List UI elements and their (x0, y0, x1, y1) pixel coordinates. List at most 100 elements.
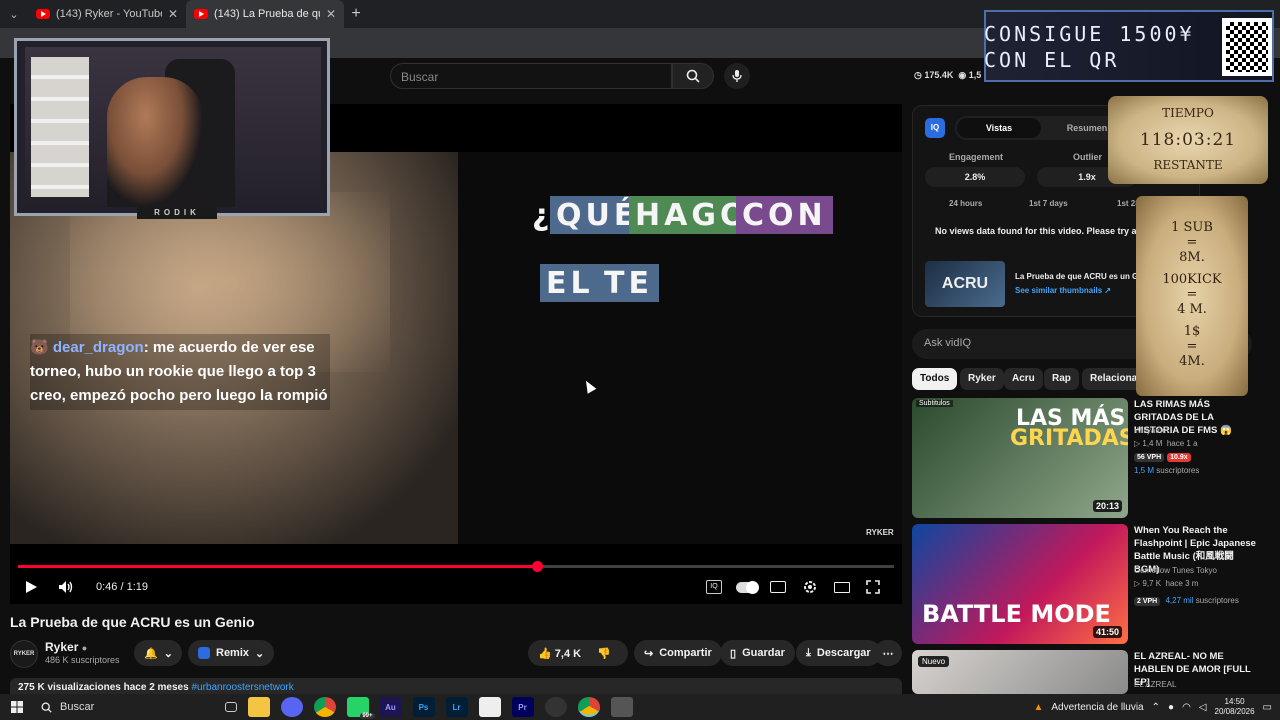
recommendation-channel[interactable]: Gameflow Tunes Tokyo (1134, 566, 1217, 575)
like-button[interactable]: 👍 7,4 K (538, 647, 581, 660)
recommendation-thumbnail[interactable]: BATTLE MODE 41:50 (912, 524, 1128, 644)
recommendation-item[interactable]: Subtitulos LAS MÁS GRITADAS 20:13 LAS RI… (912, 398, 1272, 522)
new-tab-button[interactable]: + (344, 5, 368, 23)
share-button[interactable]: ↪ Compartir (634, 640, 722, 666)
vidiq-player-button[interactable]: IQ (706, 576, 722, 598)
search-button[interactable] (672, 63, 714, 89)
webcam-streamer (107, 77, 203, 207)
search-input[interactable]: Buscar (390, 63, 672, 89)
remix-button[interactable]: Remix ⌄ (188, 640, 275, 666)
whatsapp-icon[interactable]: 99+ (346, 697, 375, 719)
goal-line: = (1186, 339, 1198, 354)
lyric-word-te: TE (598, 264, 659, 302)
recommendation-item[interactable]: Nuevo EL AZREAL- NO ME HABLEN DE AMOR [F… (912, 650, 1272, 694)
capcut-icon[interactable] (478, 697, 501, 717)
windows-icon (10, 701, 23, 713)
recommendation-thumbnail[interactable]: Subtitulos LAS MÁS GRITADAS 20:13 (912, 398, 1128, 518)
thumb-tag: Subtitulos (916, 400, 953, 407)
vidiq-tab-vistas[interactable]: Vistas (957, 118, 1041, 138)
subtitles-button[interactable] (770, 576, 786, 598)
tab-search-button[interactable]: ⌄ (0, 0, 28, 28)
engagement-value: 2.8% (925, 167, 1025, 187)
engagement-label: Engagement (949, 152, 1004, 162)
taskbar-search[interactable]: Buscar (33, 697, 219, 717)
progress-scrubber[interactable] (532, 561, 544, 572)
similar-thumbnails-link[interactable]: See similar thumbnails ↗ (1015, 286, 1111, 295)
lightroom-icon[interactable]: Lr (445, 697, 468, 717)
tray-chevron-icon[interactable]: ⌃ (1152, 702, 1160, 713)
volume-button[interactable] (58, 576, 74, 598)
discord-icon[interactable] (280, 697, 303, 717)
recommendation-channel[interactable]: Willyamet (1134, 426, 1169, 435)
timer-scroll-overlay: TIEMPO 118:03:21 RESTANTE (1108, 96, 1268, 184)
outlier-label: Outlier (1073, 152, 1103, 162)
clock-date: 20/08/2026 (1214, 707, 1255, 716)
voice-search-button[interactable] (724, 63, 750, 89)
chip-ryker[interactable]: Ryker (960, 368, 1004, 390)
obs-icon[interactable] (544, 697, 567, 717)
more-icon: ⋯ (882, 647, 894, 660)
range-24h[interactable]: 24 hours (949, 199, 982, 208)
weather-icon: ▲ (1033, 701, 1044, 713)
wifi-icon[interactable]: ◠ (1182, 702, 1191, 713)
clock-time: 14:50 (1224, 697, 1245, 706)
notifications-icon[interactable]: ▭ (1263, 702, 1272, 713)
system-clock[interactable]: 14:50 20/08/2026 (1215, 697, 1255, 717)
app-window-icon[interactable] (610, 697, 633, 717)
photoshop-icon[interactable]: Ps (412, 697, 435, 717)
video-duration: 20:13 (1092, 500, 1122, 512)
premiere-icon[interactable]: Pr (511, 697, 534, 717)
tab-ryker-youtube[interactable]: (143) Ryker - YouTube ✕ (28, 0, 186, 28)
chip-acru[interactable]: Acru (1004, 368, 1043, 390)
video-duration: 41:50 (1092, 626, 1122, 638)
chip-rap[interactable]: Rap (1044, 368, 1079, 390)
windows-start-button[interactable] (6, 697, 28, 717)
lyric-word-el: EL (540, 264, 600, 302)
webcam-label: RODIK (137, 207, 217, 219)
dislike-icon[interactable]: 👎 (597, 647, 611, 660)
tab-close-icon[interactable]: ✕ (168, 7, 178, 21)
more-actions-button[interactable]: ⋯ (874, 640, 902, 666)
mic-tray-icon[interactable]: ● (1168, 702, 1174, 713)
system-tray: ▲ Advertencia de lluvia ⌃ ● ◠ ◁ 14:50 20… (1033, 694, 1280, 720)
weather-label[interactable]: Advertencia de lluvia (1051, 702, 1143, 713)
tab-acru-video[interactable]: (143) La Prueba de que ACRU es un Genio … (186, 0, 344, 28)
timer-label: TIEMPO (1162, 106, 1214, 120)
fullscreen-button[interactable] (866, 576, 880, 598)
recommendation-item[interactable]: BATTLE MODE 41:50 When You Reach the Fla… (912, 524, 1272, 648)
task-view-icon[interactable] (224, 702, 237, 712)
youtube-favicon-icon (194, 9, 208, 19)
audition-icon[interactable]: Au (379, 697, 402, 717)
chrome-active-icon[interactable] (577, 697, 600, 717)
hashtag-link[interactable]: #urbanroostersnetwork (191, 682, 293, 693)
notifications-button[interactable]: 🔔 ⌄ (134, 640, 182, 666)
chat-badge-icon: 🐻 (30, 339, 49, 356)
play-button[interactable] (24, 576, 38, 598)
tab-close-icon[interactable]: ✕ (326, 7, 336, 21)
recommendation-channel[interactable]: EL AZREAL (1134, 680, 1176, 689)
chevron-down-icon: ⌄ (255, 647, 265, 660)
goal-line: = (1186, 287, 1198, 302)
channel-watermark[interactable]: RYKER (866, 528, 894, 544)
file-explorer-icon[interactable] (247, 697, 270, 717)
progress-bar[interactable] (18, 561, 894, 572)
speaker-icon[interactable]: ◁ (1199, 702, 1207, 713)
download-button[interactable]: ⤓ Descargar (796, 640, 881, 666)
channel-avatar[interactable]: RYKER (10, 640, 38, 668)
settings-button[interactable] (802, 576, 818, 598)
thumb-text-2: GRITADAS (1010, 426, 1128, 451)
chrome-icon[interactable] (313, 697, 336, 717)
channel-name[interactable]: Ryker ● (45, 640, 87, 654)
recommendation-thumbnail[interactable]: Nuevo (912, 650, 1128, 694)
windows-taskbar: Buscar 99+ Au Ps Lr Pr ▲ Advertencia de … (0, 694, 1280, 720)
stat-views: 175.4K (924, 70, 954, 80)
no-data-message: No views data found for this video. Plea… (935, 226, 1137, 236)
autoplay-toggle[interactable] (736, 576, 759, 598)
progress-played (18, 565, 538, 568)
chip-todos[interactable]: Todos (912, 368, 958, 390)
save-button[interactable]: ▯ Guardar (720, 640, 795, 666)
qr-code (1222, 18, 1272, 76)
theater-mode-button[interactable] (834, 576, 850, 598)
range-7d[interactable]: 1st 7 days (1029, 199, 1068, 208)
view-count: 275 K visualizaciones (18, 682, 121, 693)
